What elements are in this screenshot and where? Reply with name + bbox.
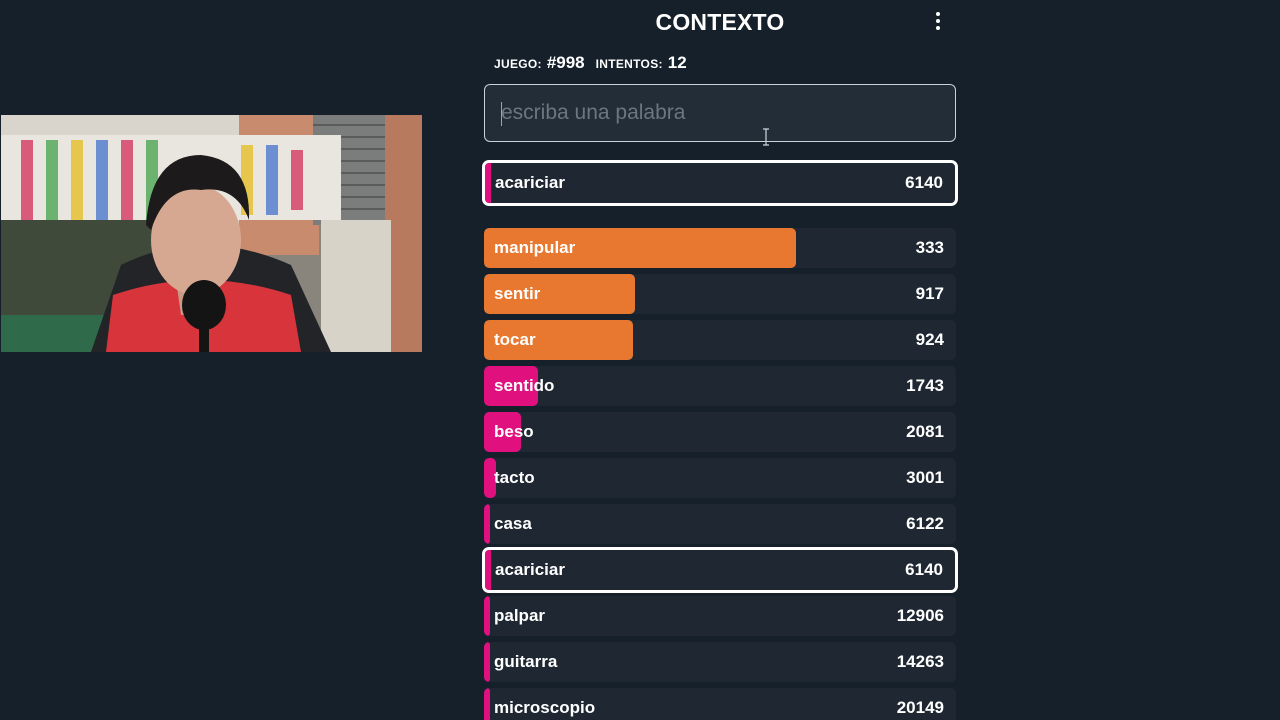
game-stats: JUEGO: #998 INTENTOS: 12 [494,50,698,76]
guess-word: sentido [494,376,555,395]
guess-rank: 3001 [906,468,944,487]
guess-row[interactable]: guitarra 14263 [484,642,956,682]
guess-row[interactable]: sentido 1743 [484,366,956,406]
guess-proximity-bar [484,596,490,636]
page-title: CONTEXTO [655,9,785,35]
last-guess-bar [485,163,491,203]
guess-row[interactable]: manipular 333 [484,228,956,268]
guess-row[interactable]: beso 2081 [484,412,956,452]
guess-row[interactable]: microscopio 20149 [484,688,956,720]
guess-word: palpar [494,606,546,625]
guess-rank: 12906 [896,606,944,625]
guess-word: manipular [494,238,576,257]
guess-row[interactable]: tacto 3001 [484,458,956,498]
guess-rank: 20149 [896,698,944,717]
guess-rank: 1743 [906,376,944,395]
vertical-dots-icon[interactable] [928,10,948,34]
game-number: #998 [546,53,585,72]
guess-row[interactable]: tocar 924 [484,320,956,360]
guess-proximity-bar [484,642,490,682]
guess-word: sentir [494,284,541,303]
guess-word: guitarra [494,652,558,671]
guess-word: microscopio [494,698,596,717]
guess-word: tacto [494,468,535,487]
last-guess-row[interactable]: acariciar 6140 [482,160,958,206]
attempts-count: 12 [667,53,687,72]
guess-row[interactable]: sentir 917 [484,274,956,314]
word-input-container [484,84,956,142]
guess-proximity-bar [484,688,490,720]
attempts-label: INTENTOS: [595,57,663,71]
text-caret [501,102,502,126]
guess-rank: 2081 [906,422,944,441]
word-input[interactable] [485,85,955,141]
guess-word: casa [494,514,532,533]
guess-rank: 333 [915,238,944,257]
guess-proximity-bar [485,550,491,590]
guess-row[interactable]: palpar 12906 [484,596,956,636]
game-label: JUEGO: [494,57,542,71]
webcam-feed-image [1,115,422,352]
guess-row[interactable]: casa 6122 [484,504,956,544]
guess-proximity-bar [484,504,490,544]
guess-rank: 6140 [905,560,943,579]
last-guess-word: acariciar [495,173,565,192]
screen: CONTEXTO JUEGO: #998 INTENTOS: 12 acaric… [0,0,1280,720]
guess-rank: 14263 [896,652,944,671]
last-guess-rank: 6140 [905,173,943,192]
guess-word: beso [494,422,534,441]
guess-word: acariciar [495,560,565,579]
webcam-overlay [1,115,422,352]
guess-row-highlighted[interactable]: acariciar 6140 [482,547,958,593]
guess-rank: 6122 [906,514,944,533]
guess-word: tocar [494,330,536,349]
guess-rank: 917 [915,284,944,303]
guess-rank: 924 [915,330,944,349]
